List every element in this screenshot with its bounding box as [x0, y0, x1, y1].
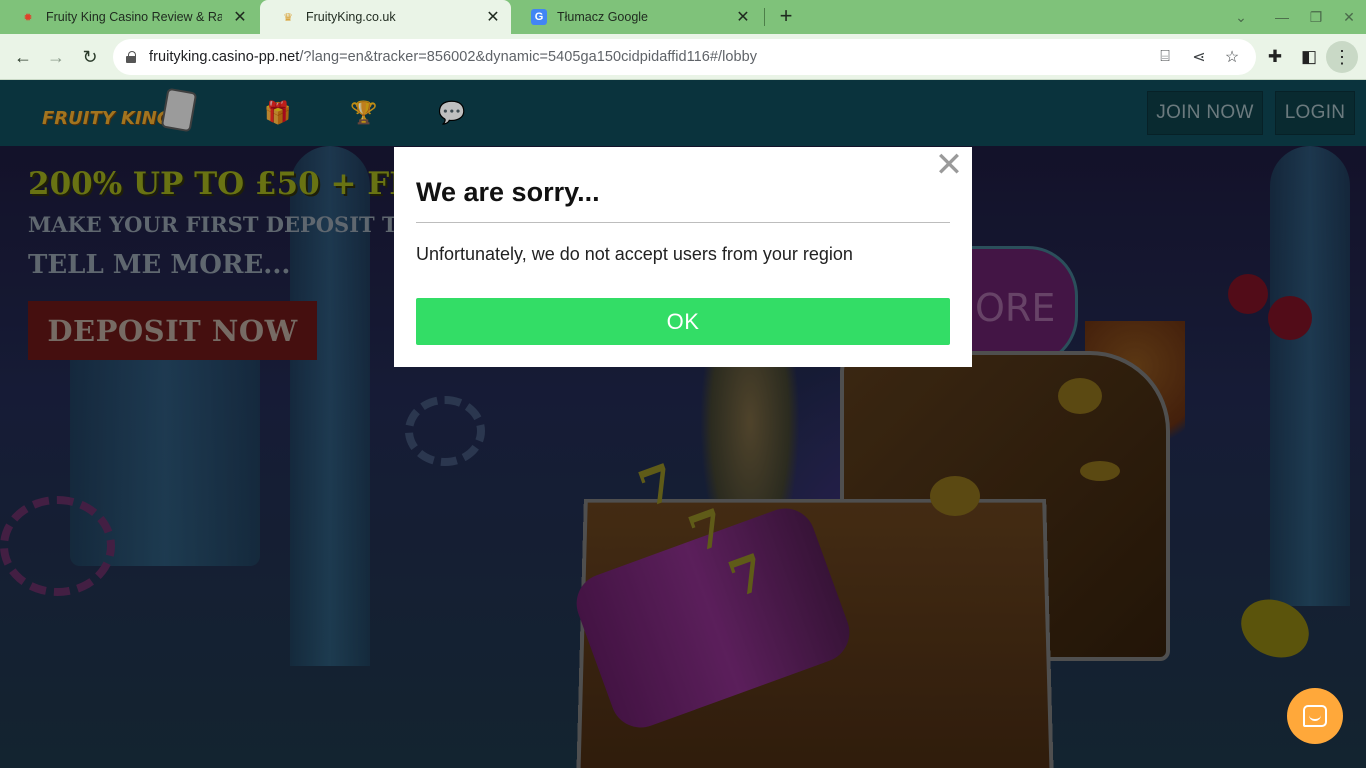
crown-favicon-icon: ♛	[283, 11, 293, 24]
close-dialog-icon[interactable]: ✕	[934, 148, 964, 182]
forward-arrow-icon[interactable]: →	[40, 41, 72, 73]
browser-tab-bar: ✹ Fruity King Casino Review & Ratin ✕ ♛ …	[0, 0, 1366, 34]
close-tab-icon[interactable]: ✕	[733, 7, 753, 27]
google-translate-icon: G	[531, 9, 547, 25]
close-tab-icon[interactable]: ✕	[483, 7, 503, 27]
restore-icon[interactable]: ❐	[1299, 0, 1333, 34]
chat-icon	[1303, 705, 1327, 727]
side-panel-icon[interactable]: ◧	[1293, 41, 1325, 73]
url-text: fruityking.casino-pp.net/?lang=en&tracke…	[149, 49, 758, 65]
close-window-icon[interactable]: ✕	[1332, 0, 1366, 34]
reload-icon[interactable]: ↻	[74, 41, 106, 73]
dialog-title: We are sorry...	[416, 177, 600, 207]
extensions-puzzle-icon[interactable]: ✚	[1259, 41, 1291, 73]
live-chat-button[interactable]	[1287, 688, 1343, 744]
browser-toolbar: ← → ↻ fruityking.casino-pp.net/?lang=en&…	[0, 34, 1366, 80]
tab-fruityking[interactable]: ♛ FruityKing.co.uk ✕	[260, 0, 511, 34]
bookmark-star-icon[interactable]: ☆	[1221, 46, 1243, 68]
share-icon[interactable]: ⋖	[1188, 46, 1210, 68]
lock-icon[interactable]	[126, 51, 138, 63]
back-arrow-icon[interactable]: ←	[7, 41, 39, 73]
tab-title: Tłumacz Google	[557, 10, 649, 24]
browser-menu-icon[interactable]: ⋮	[1326, 41, 1358, 73]
new-tab-button[interactable]: +	[773, 4, 799, 30]
region-block-dialog: ✕ We are sorry... Unfortunately, we do n…	[394, 147, 972, 367]
tab-fruity-king-review[interactable]: ✹ Fruity King Casino Review & Ratin ✕	[0, 0, 258, 34]
close-tab-icon[interactable]: ✕	[230, 7, 250, 27]
dialog-divider	[416, 222, 950, 223]
ok-button[interactable]: OK	[416, 298, 950, 345]
dialog-message: Unfortunately, we do not accept users fr…	[416, 244, 853, 264]
tab-title: FruityKing.co.uk	[306, 10, 396, 24]
address-bar[interactable]: fruityking.casino-pp.net/?lang=en&tracke…	[113, 39, 1256, 75]
tab-separator	[764, 8, 765, 26]
tab-title: Fruity King Casino Review & Ratin	[46, 10, 222, 24]
minimize-icon[interactable]: —	[1265, 0, 1299, 34]
page-viewport: FRUITY KING 🎁 🏆 💬 JOIN NOW LOGIN ORE 7 7…	[0, 80, 1366, 768]
tab-search-chevron-icon[interactable]: ⌄	[1224, 0, 1258, 34]
translate-page-icon[interactable]: ⌸	[1154, 46, 1176, 68]
tab-google-translate[interactable]: G Tłumacz Google ✕	[511, 0, 761, 34]
star-favicon-icon: ✹	[23, 11, 33, 24]
